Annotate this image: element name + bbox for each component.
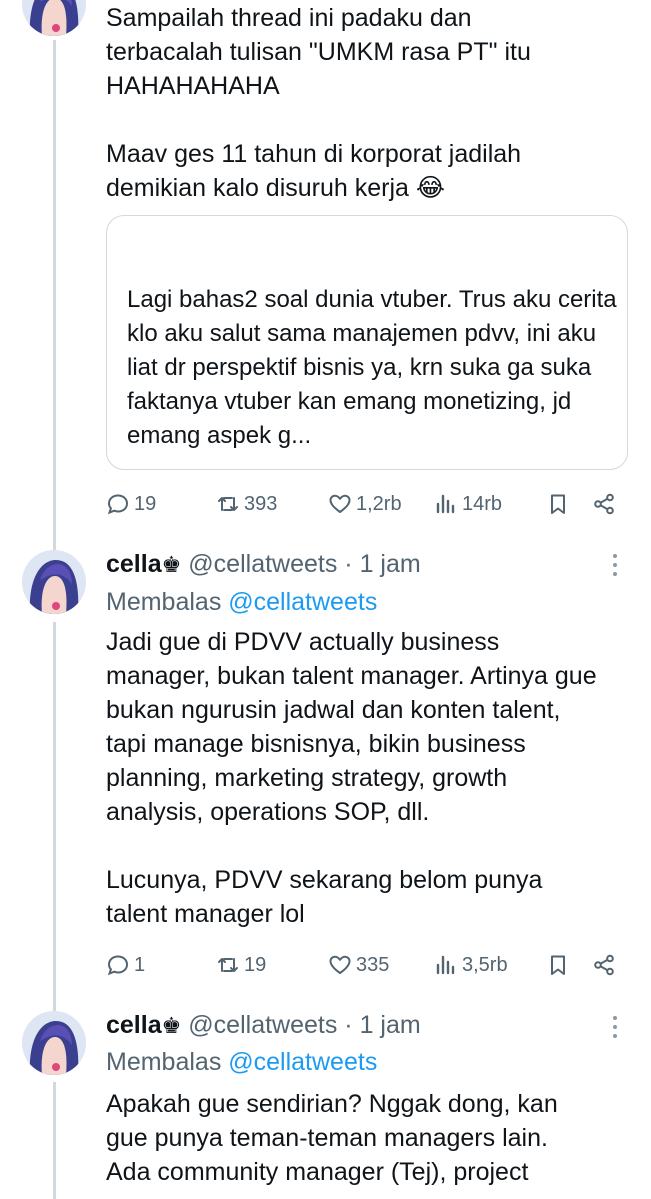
timestamp[interactable]: · 1 jam bbox=[337, 1011, 420, 1039]
heart-icon bbox=[329, 955, 351, 974]
share-icon bbox=[594, 954, 614, 976]
avatar-image bbox=[22, 1011, 86, 1075]
like-button[interactable]: 1,2rb bbox=[328, 486, 402, 522]
bookmark-icon bbox=[551, 494, 565, 514]
avatar-image bbox=[22, 550, 86, 614]
tweet-text: Sampailah thread ini padaku dan terbacal… bbox=[106, 4, 531, 202]
display-name[interactable]: cella bbox=[106, 1011, 162, 1039]
chess-king-icon: ♚ bbox=[161, 552, 182, 577]
quoted-tweet-text: Lagi bahas2 soal dunia vtuber. Trus aku … bbox=[127, 286, 617, 449]
avatar-image bbox=[22, 0, 86, 36]
replying-to: Membalas @cellatweets bbox=[106, 586, 377, 618]
user-handle[interactable]: @cellatweets bbox=[188, 1011, 337, 1039]
thread-line bbox=[53, 1082, 56, 1199]
reply-count: 19 bbox=[134, 492, 157, 515]
user-handle[interactable]: @cellatweets bbox=[188, 550, 337, 578]
thread-line bbox=[53, 40, 56, 550]
quoted-tweet[interactable]: Lagi bahas2 soal dunia vtuber. Trus aku … bbox=[106, 215, 628, 470]
tweet-header: cella♚ @cellatweets · 1 jam bbox=[106, 548, 421, 581]
views-button[interactable]: 14rb bbox=[434, 486, 502, 522]
replying-to: Membalas @cellatweets bbox=[106, 1046, 377, 1078]
avatar[interactable] bbox=[22, 0, 86, 36]
bookmark-icon bbox=[551, 955, 565, 975]
share-icon bbox=[594, 493, 614, 515]
reply-button[interactable]: 19 bbox=[106, 486, 156, 522]
avatar[interactable] bbox=[22, 1011, 86, 1075]
tweet-text: Apakah gue sendirian? Nggak dong, kan gu… bbox=[106, 1090, 558, 1186]
tweet-header: cella♚ @cellatweets · 1 jam bbox=[106, 1009, 421, 1042]
like-button[interactable]: 335 bbox=[328, 947, 389, 983]
more-options-icon[interactable] bbox=[611, 550, 619, 580]
share-button[interactable] bbox=[592, 947, 616, 983]
reply-icon bbox=[107, 494, 129, 515]
replying-to-handle[interactable]: @cellatweets bbox=[228, 588, 377, 616]
tweet-actions: 19 393 1,2rb 14rb bbox=[106, 486, 626, 522]
heart-icon bbox=[329, 494, 351, 513]
thread-line bbox=[53, 622, 56, 1012]
share-button[interactable] bbox=[592, 486, 616, 522]
reply-button[interactable]: 1 bbox=[106, 947, 145, 983]
repost-button[interactable]: 19 bbox=[216, 947, 266, 983]
tweet-actions: 1 19 335 3,5rb bbox=[106, 947, 626, 983]
replying-to-label: Membalas bbox=[106, 588, 229, 616]
replying-to-label: Membalas bbox=[106, 1048, 229, 1076]
chess-king-icon: ♚ bbox=[161, 1013, 182, 1038]
avatar[interactable] bbox=[22, 550, 86, 614]
repost-icon bbox=[218, 497, 238, 511]
repost-count: 19 bbox=[244, 953, 267, 976]
like-count: 1,2rb bbox=[356, 492, 402, 515]
views-count: 14rb bbox=[462, 492, 503, 515]
reply-icon bbox=[107, 955, 129, 976]
repost-icon bbox=[218, 958, 238, 972]
tweet-text: Jadi gue di PDVV actually business manag… bbox=[106, 628, 597, 928]
timestamp[interactable]: · 1 jam bbox=[337, 550, 420, 578]
repost-count: 393 bbox=[244, 492, 278, 515]
more-options-icon[interactable] bbox=[611, 1012, 619, 1042]
like-count: 335 bbox=[356, 953, 390, 976]
views-button[interactable]: 3,5rb bbox=[434, 947, 508, 983]
bookmark-button[interactable] bbox=[546, 486, 570, 522]
views-count: 3,5rb bbox=[462, 953, 508, 976]
reply-count: 1 bbox=[134, 953, 146, 976]
views-icon bbox=[436, 955, 455, 975]
replying-to-handle[interactable]: @cellatweets bbox=[228, 1048, 377, 1076]
repost-button[interactable]: 393 bbox=[216, 486, 277, 522]
views-icon bbox=[436, 494, 455, 514]
bookmark-button[interactable] bbox=[546, 947, 570, 983]
display-name[interactable]: cella bbox=[106, 550, 162, 578]
